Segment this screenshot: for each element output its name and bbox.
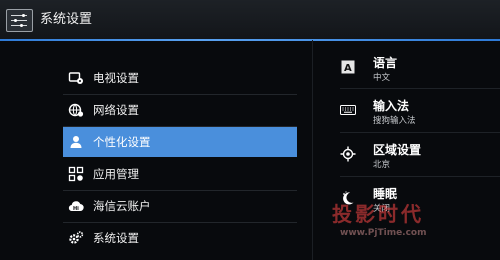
svg-text:A: A [344,63,352,74]
page-title: 系统设置 [40,12,93,27]
panel-divider [312,40,313,260]
menu-label: 海信云账户 [93,199,151,213]
menu-item-network[interactable]: 网络设置 [63,95,297,125]
top-bar: 系统设置 [0,0,500,40]
setting-title: 输入法 [373,99,410,113]
menu-item-personalization[interactable]: 个性化设置 [63,127,297,157]
setting-value: 北京 [373,160,391,170]
setting-title: 区域设置 [373,143,422,157]
network-icon [68,102,84,118]
watermark-url: www.PjTime.com [340,228,427,238]
menu-label: 系统设置 [93,231,139,245]
setting-language[interactable]: A 语言 中文 [330,45,500,87]
setting-input-method[interactable]: 输入法 搜狗输入法 [330,88,500,130]
watermark-text: 投影时代 [332,202,424,226]
tv-settings-icon [68,70,84,86]
location-icon [340,146,356,162]
user-icon [68,134,84,150]
setting-region[interactable]: 区域设置 北京 [330,132,500,174]
svg-text:Hi: Hi [73,206,79,212]
menu-item-app-management[interactable]: 应用管理 [63,159,297,189]
cloud-icon: Hi [68,198,84,214]
menu-label: 电视设置 [93,71,139,85]
keyboard-icon [340,102,356,118]
sliders-icon [6,9,33,32]
menu-label: 个性化设置 [93,135,151,149]
setting-title: 语言 [373,56,398,70]
language-icon: A [340,59,356,75]
setting-value: 中文 [373,73,391,83]
menu-item-tv-settings[interactable]: 电视设置 [63,63,297,93]
menu-item-system-settings[interactable]: 系统设置 [63,223,297,253]
menu-label: 应用管理 [93,167,139,181]
gear-icon [68,230,84,246]
apps-icon [68,166,84,182]
watermark-logo: 投影时代 www.PjTime.com [318,198,448,258]
menu-label: 网络设置 [93,103,139,117]
setting-value: 搜狗输入法 [373,116,416,126]
menu-item-cloud-account[interactable]: Hi 海信云账户 [63,191,297,221]
